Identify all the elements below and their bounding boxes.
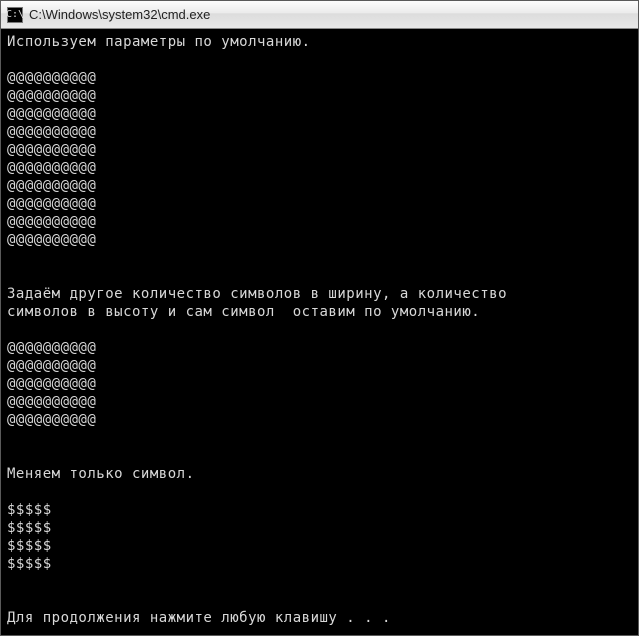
cmd-icon: C:\	[7, 7, 23, 23]
titlebar[interactable]: C:\ C:\Windows\system32\cmd.exe	[1, 1, 638, 29]
window-title: C:\Windows\system32\cmd.exe	[29, 7, 210, 22]
cmd-window: C:\ C:\Windows\system32\cmd.exe Использу…	[0, 0, 639, 636]
console-output[interactable]: Используем параметры по умолчанию. @@@@@…	[1, 29, 638, 635]
